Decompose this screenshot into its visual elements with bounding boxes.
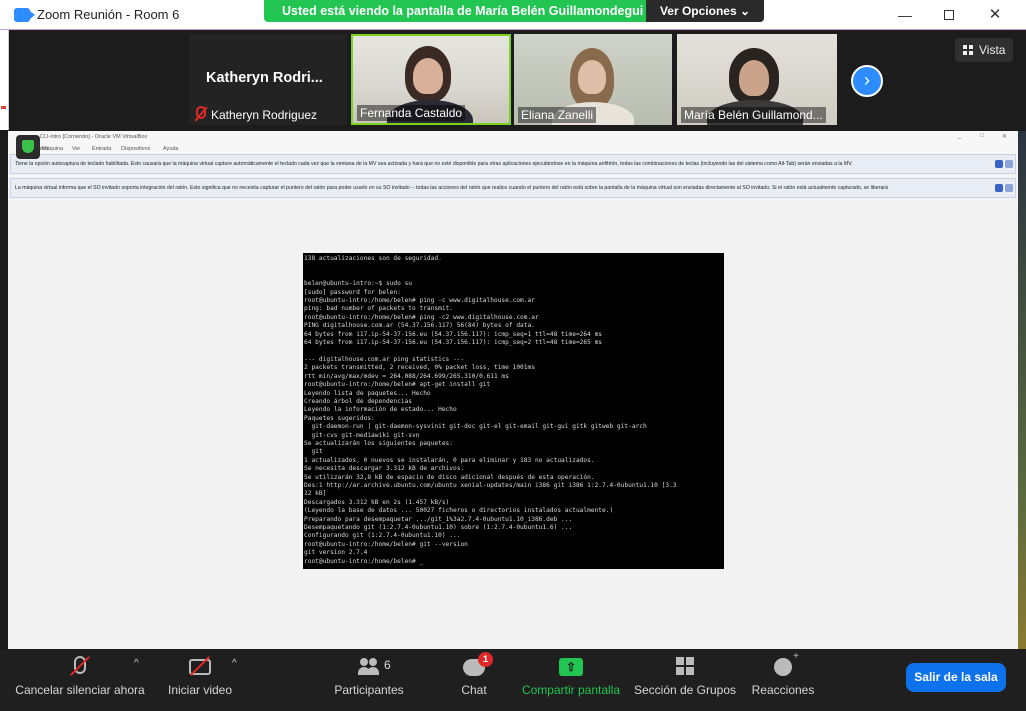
menu-ver: Ver [72, 146, 81, 152]
vm-maximize-icon: □ [980, 133, 984, 139]
participant-display-name: Katheryn Rodri... [206, 70, 323, 86]
reactions-label: Reacciones [751, 683, 815, 697]
notice-close-icon [1005, 160, 1013, 168]
participants-button[interactable]: 6 Participantes [326, 650, 412, 711]
participant-name-label: María Belén Guillamond... [681, 107, 826, 123]
view-label: Vista [979, 43, 1006, 57]
close-button[interactable]: ✕ [980, 4, 1010, 26]
keyboard-capture-notice: Tiene la opción autocaptura de teclado h… [10, 154, 1016, 174]
notice-info-icon [995, 184, 1003, 192]
notice-info-icon [995, 160, 1003, 168]
unmute-button[interactable]: Cancelar silenciar ahora [12, 650, 148, 711]
security-shield-icon [16, 135, 40, 159]
video-tile-fernanda[interactable]: Fernanda Castaldo [351, 34, 511, 125]
maximize-icon [944, 10, 954, 20]
notice-close-icon [1005, 184, 1013, 192]
share-screen-button[interactable]: ⇧ Compartir pantalla [518, 650, 624, 711]
participants-label: Participantes [334, 683, 404, 697]
breakout-rooms-label: Sección de Grupos [633, 683, 737, 697]
share-screen-icon: ⇧ [559, 658, 583, 676]
participant-video-face [578, 60, 606, 94]
menu-ayuda: Ayuda [163, 146, 179, 152]
maximize-button[interactable] [934, 4, 964, 26]
start-video-label: Iniciar video [167, 683, 233, 697]
video-strip: Katheryn Rodri... Katheryn Rodriguez Fer… [9, 30, 1026, 130]
shared-screen: CLI-intro [Corriendo] - Oracle VM Virtua… [8, 131, 1018, 649]
minimize-button[interactable]: — [890, 4, 920, 26]
video-options-caret[interactable]: ^ [232, 658, 237, 669]
chat-button[interactable]: 1 Chat [450, 650, 498, 711]
start-video-button[interactable]: Iniciar video [160, 650, 240, 711]
screen-share-banner: Usted está viendo la pantalla de María B… [264, 0, 764, 22]
grid-icon [963, 45, 973, 55]
virtualbox-title-bar: CLI-intro [Corriendo] - Oracle VM Virtua… [8, 131, 1018, 143]
mouse-integration-notice: La máquina virtual informa que el SO inv… [10, 178, 1016, 198]
participant-name-label: Katheryn Rodriguez [211, 108, 318, 122]
vm-close-icon: ✕ [1002, 134, 1008, 140]
reaction-smiley-icon [774, 651, 799, 676]
meeting-toolbar: Cancelar silenciar ahora ^ Iniciar video… [0, 650, 1026, 711]
terminal-output: 138 actualizaciones son de seguridad. be… [304, 255, 677, 565]
breakout-rooms-button[interactable]: Sección de Grupos [632, 650, 738, 711]
menu-entrada: Entrada [92, 146, 112, 152]
virtualbox-title: CLI-intro [Corriendo] - Oracle VM Virtua… [40, 134, 148, 140]
video-tile-eliana[interactable]: Eliana Zanelli [514, 34, 672, 125]
keyboard-notice-text: Tiene la opción autocaptura de teclado h… [15, 161, 853, 167]
participant-video-face [739, 60, 769, 96]
reactions-button[interactable]: Reacciones [748, 650, 818, 711]
video-tile-katheryn[interactable]: Katheryn Rodri... Katheryn Rodriguez [189, 34, 347, 125]
vm-minimize-icon: _ [958, 133, 962, 139]
leave-room-button[interactable]: Salir de la sala [906, 663, 1006, 692]
participant-name-label: Eliana Zanelli [518, 107, 597, 123]
window-title: Zoom Reunión - Room 6 [37, 7, 180, 22]
virtualbox-menu-bar: Archivo Máquina Ver Entrada Dispositivos… [8, 143, 1018, 154]
share-screen-label: Compartir pantalla [521, 683, 621, 697]
view-button[interactable]: Vista [955, 38, 1013, 62]
participants-count: 6 [384, 658, 391, 672]
edge-mark [1, 106, 6, 109]
participants-icon [358, 658, 380, 676]
breakout-rooms-icon [676, 657, 694, 675]
menu-dispositivos: Dispositivos [121, 146, 151, 152]
view-options-button[interactable]: Ver Opciones ⌄ [646, 0, 764, 22]
desktop-background-edge [1018, 131, 1026, 649]
participant-video-face [413, 58, 443, 94]
share-banner-message: Usted está viendo la pantalla de María B… [282, 4, 644, 18]
zoom-window: Zoom Reunión - Room 6 — ✕ Usted está vie… [0, 0, 1026, 711]
vm-terminal: 138 actualizaciones son de seguridad. be… [303, 253, 724, 569]
zoom-camera-icon [14, 8, 35, 22]
mouse-notice-text: La máquina virtual informa que el SO inv… [15, 185, 888, 191]
next-page-button[interactable]: › [851, 65, 883, 97]
chat-unread-badge: 1 [478, 652, 493, 667]
audio-options-caret[interactable]: ^ [134, 658, 139, 669]
video-tile-maria-belen[interactable]: María Belén Guillamond... [677, 34, 837, 125]
menu-maquina: Máquina [42, 146, 64, 152]
chat-label: Chat [461, 683, 487, 697]
participant-name-label: Fernanda Castaldo [357, 105, 466, 121]
left-edge-strip [0, 30, 9, 130]
unmute-label: Cancelar silenciar ahora [15, 683, 145, 697]
